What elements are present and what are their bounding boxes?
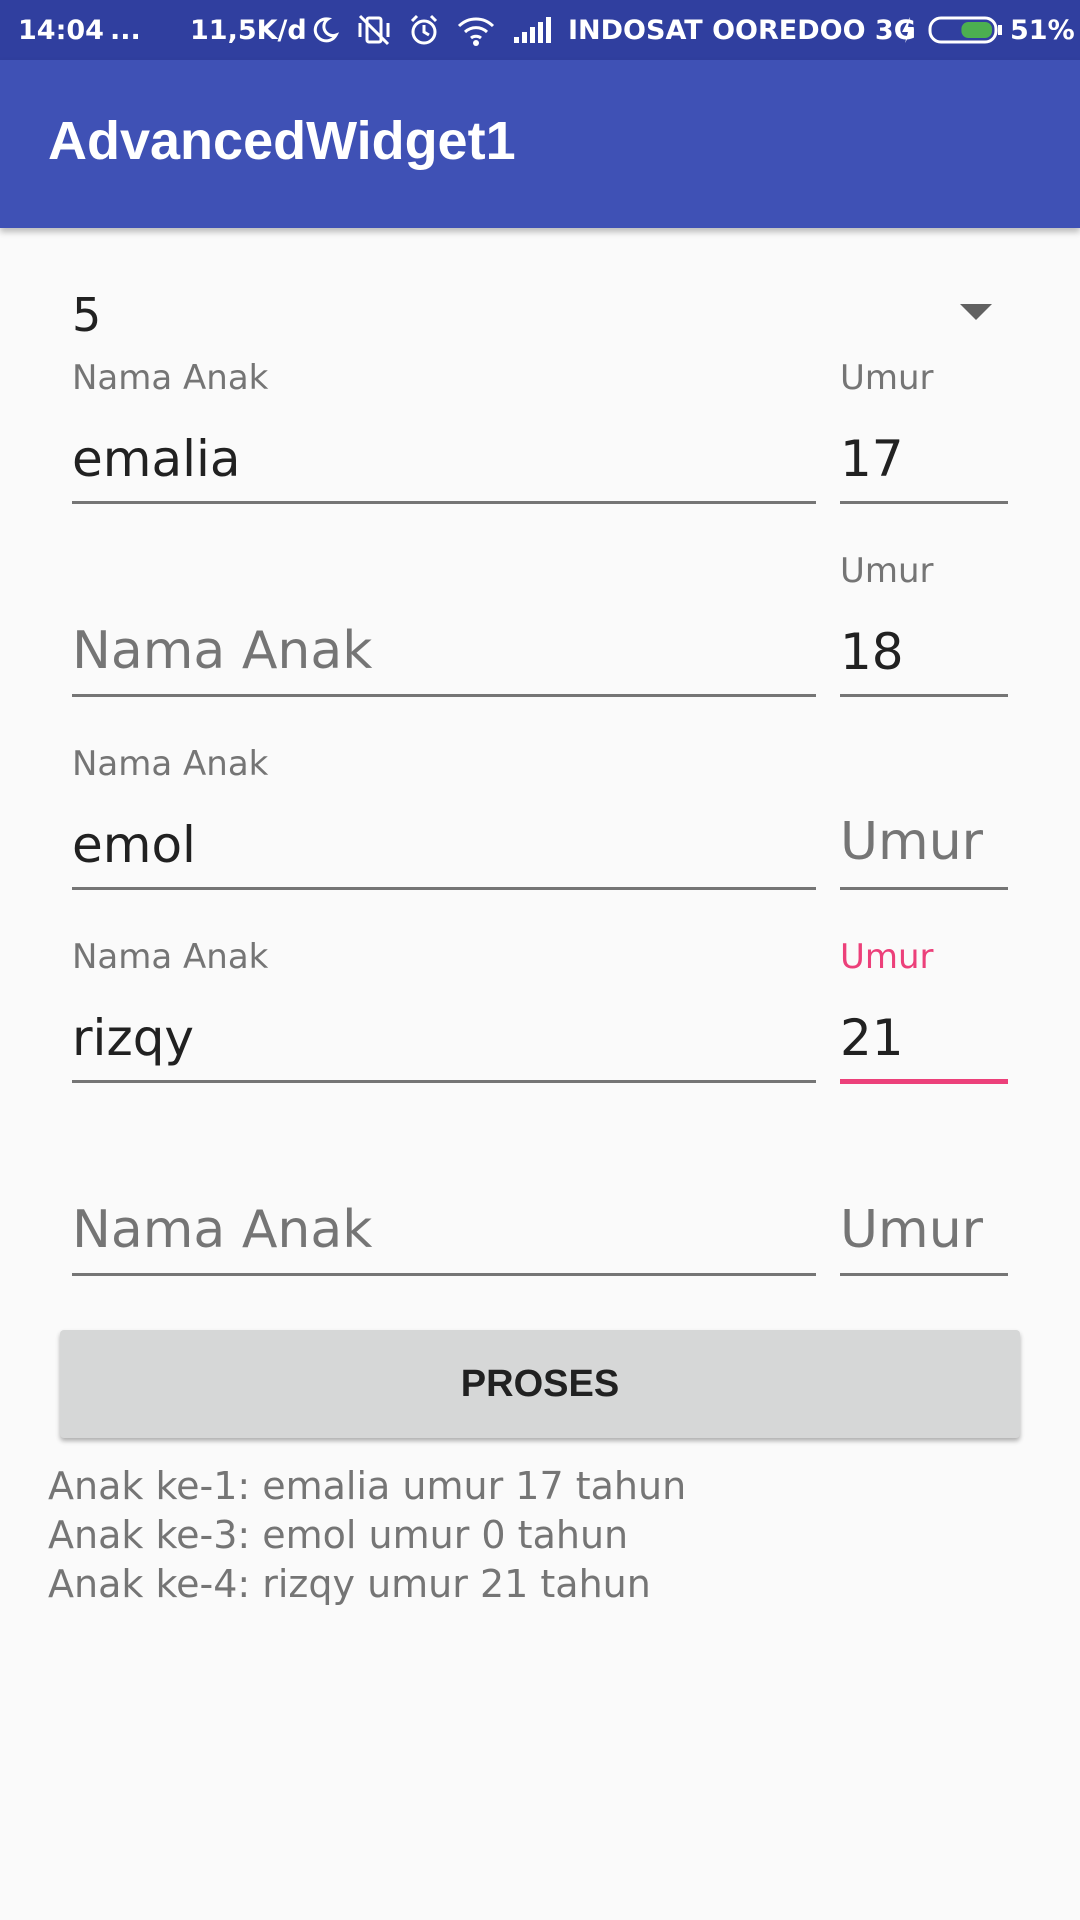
carrier-name: INDOSAT OOREDOO 3G	[568, 14, 916, 46]
name-value-4: rizqy	[72, 1009, 195, 1067]
name-value-1: emalia	[72, 430, 241, 488]
status-dots: ...	[110, 14, 141, 46]
dropdown-arrow-icon	[960, 304, 992, 320]
status-time: 14:04	[18, 14, 104, 46]
name-field-1[interactable]: Nama Anak emalia	[72, 356, 816, 506]
age-underline-2	[840, 694, 1008, 697]
result-line-1: Anak ke-1: emalia umur 17 tahun	[48, 1464, 687, 1508]
name-field-4[interactable]: Nama Anak rizqy	[72, 935, 816, 1085]
result-line-2: Anak ke-3: emol umur 0 tahun	[48, 1513, 629, 1557]
age-label-2: Umur	[840, 551, 934, 591]
age-value-4: 21	[840, 1009, 904, 1067]
age-field-1[interactable]: Umur 17	[840, 356, 1008, 506]
charging-icon	[898, 0, 918, 60]
name-underline-4	[72, 1080, 816, 1083]
name-label-4: Nama Anak	[72, 937, 269, 977]
vibrate-off-icon	[356, 0, 392, 60]
app-title: AdvancedWidget1	[48, 111, 516, 171]
age-underline-1	[840, 501, 1008, 504]
wifi-icon	[456, 0, 496, 60]
name-hint-5: Nama Anak	[72, 1200, 373, 1260]
age-field-2[interactable]: Umur 18	[840, 549, 1008, 699]
age-value-1: 17	[840, 430, 904, 488]
age-label-1: Umur	[840, 358, 934, 398]
age-field-5[interactable]: Umur	[840, 1128, 1008, 1278]
alarm-icon	[408, 0, 440, 60]
age-underline-5	[840, 1273, 1008, 1276]
age-underline-4	[840, 1079, 1008, 1084]
signal-icon	[512, 0, 552, 60]
spinner-value: 5	[72, 288, 102, 342]
name-label-3: Nama Anak	[72, 744, 269, 784]
name-label-1: Nama Anak	[72, 358, 269, 398]
name-underline-1	[72, 501, 816, 504]
age-field-4[interactable]: Umur 21	[840, 935, 1008, 1085]
moon-icon	[310, 0, 340, 60]
name-field-3[interactable]: Nama Anak emol	[72, 742, 816, 892]
name-hint-2: Nama Anak	[72, 621, 373, 681]
result-line-3: Anak ke-4: rizqy umur 21 tahun	[48, 1562, 651, 1606]
name-value-3: emol	[72, 816, 196, 874]
network-speed: 11,5K/d	[190, 14, 307, 46]
age-hint-5: Umur	[840, 1200, 984, 1260]
battery-icon	[928, 0, 1004, 60]
age-field-3[interactable]: Umur	[840, 742, 1008, 892]
battery-fill	[961, 22, 992, 38]
name-underline-2	[72, 694, 816, 697]
age-hint-3: Umur	[840, 812, 984, 872]
battery-percent: 51%	[1010, 14, 1075, 46]
name-field-2[interactable]: Nama Anak	[72, 549, 816, 699]
count-spinner[interactable]: 5	[72, 280, 992, 350]
result-text: Anak ke-1: emalia umur 17 tahun Anak ke-…	[48, 1462, 686, 1609]
name-underline-5	[72, 1273, 816, 1276]
app-bar: AdvancedWidget1	[0, 60, 1080, 228]
age-underline-3	[840, 887, 1008, 890]
name-field-5[interactable]: Nama Anak	[72, 1128, 816, 1278]
name-underline-3	[72, 887, 816, 890]
age-value-2: 18	[840, 623, 904, 681]
status-bar: 14:04 ... 11,5K/d INDOSAT OOREDOO 3G 51%	[0, 0, 1080, 60]
age-label-4: Umur	[840, 937, 934, 977]
proses-button[interactable]: PROSES	[60, 1330, 1020, 1438]
